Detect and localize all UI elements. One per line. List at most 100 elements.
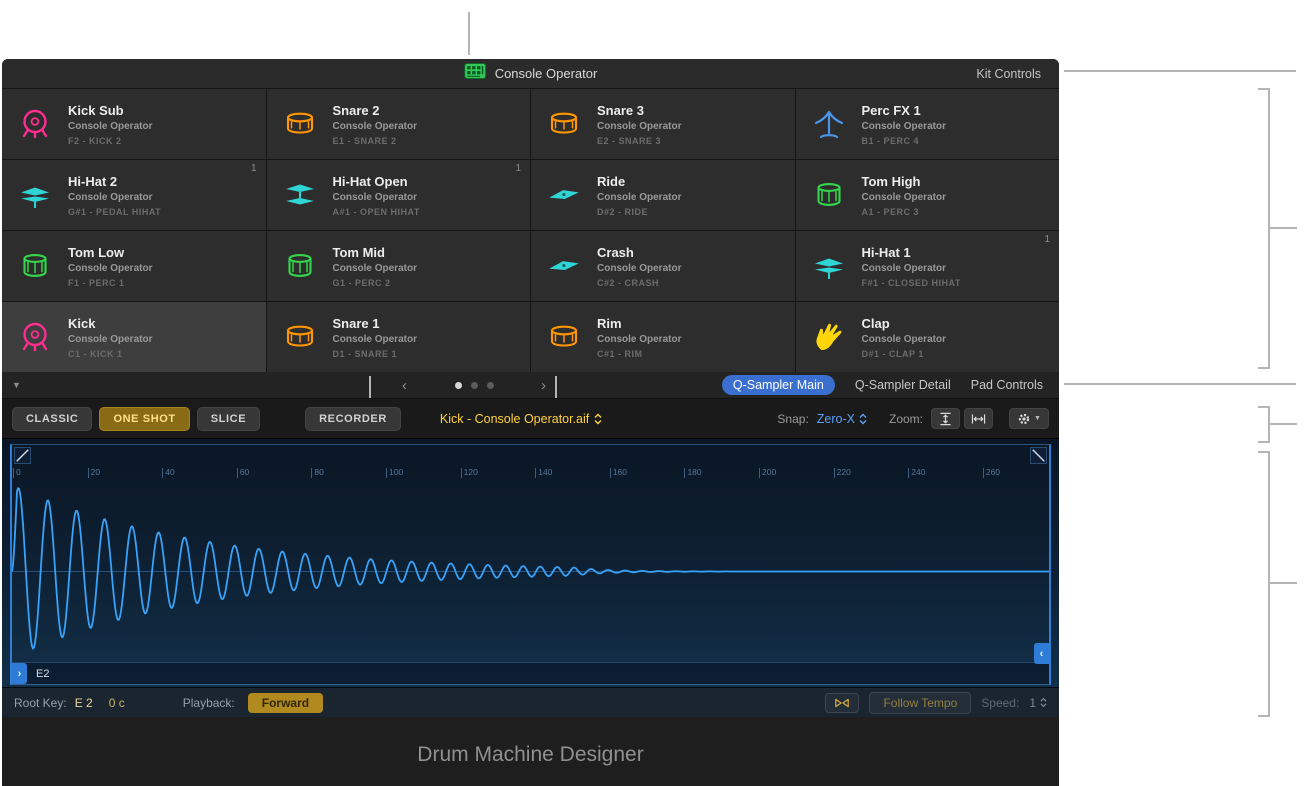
pad-key-label: A#1 - OPEN HIHAT <box>333 207 420 217</box>
pad-key-label: C1 - KICK 1 <box>68 349 152 359</box>
drum-pad[interactable]: Tom High Console Operator A1 - PERC 3 <box>796 160 1060 230</box>
pad-subtitle: Console Operator <box>333 263 417 274</box>
drum-pad[interactable]: Kick Console Operator C1 - KICK 1 <box>2 302 266 372</box>
snare-drum-icon <box>546 106 582 142</box>
drum-pad[interactable]: Crash Console Operator C#2 - CRASH <box>531 231 795 301</box>
sample-file-popup[interactable]: Kick - Console Operator.aif <box>440 412 602 426</box>
drum-pad[interactable]: Rim Console Operator C#1 - RIM <box>531 302 795 372</box>
page-dots <box>455 382 494 389</box>
fade-out-handle[interactable] <box>1030 447 1047 464</box>
tune-cents-value[interactable]: 0 c <box>109 696 125 710</box>
pad-name: Hi-Hat Open <box>333 174 420 189</box>
popup-chevrons-icon <box>594 413 602 425</box>
page-dot[interactable] <box>487 382 494 389</box>
speed-value-popup[interactable]: 1 <box>1029 696 1047 710</box>
pad-name: Ride <box>597 174 681 189</box>
pad-key-label: B1 - PERC 4 <box>862 136 946 146</box>
pad-subtitle: Console Operator <box>597 121 681 132</box>
pad-subtitle: Console Operator <box>333 334 417 345</box>
ruler-tick-label: 260 <box>986 467 1000 477</box>
callout-line <box>1258 367 1269 369</box>
drum-pad[interactable]: Hi-Hat 2 Console Operator G#1 - PEDAL HI… <box>2 160 266 230</box>
sample-start-marker[interactable]: › <box>12 663 27 684</box>
zoom-label: Zoom: <box>889 412 923 426</box>
pad-badge: 1 <box>251 163 257 174</box>
ruler-tick-label: 180 <box>687 467 701 477</box>
recorder-button[interactable]: RECORDER <box>305 407 401 431</box>
tab-q-sampler-detail[interactable]: Q-Sampler Detail <box>855 378 951 392</box>
pad-subbar: ▼ ‹ › Q-Sampler Main Q-Sampler Detail Pad … <box>2 372 1059 399</box>
pad-name: Snare 2 <box>333 103 417 118</box>
pad-subtitle: Console Operator <box>68 334 152 345</box>
drum-pad[interactable]: Tom Mid Console Operator G1 - PERC 2 <box>267 231 531 301</box>
drum-pad[interactable]: Snare 1 Console Operator D1 - SNARE 1 <box>267 302 531 372</box>
ruler-tick-label: 220 <box>837 467 851 477</box>
mode-button-slice[interactable]: SLICE <box>197 407 260 431</box>
waveform-ruler: 020406080100120140160180200220240260 <box>12 467 1049 480</box>
pad-subtitle: Console Operator <box>862 192 946 203</box>
ruler-tick-label: 0 <box>16 467 21 477</box>
drum-pad[interactable]: Tom Low Console Operator F1 - PERC 1 <box>2 231 266 301</box>
tab-pad-controls[interactable]: Pad Controls <box>971 378 1043 392</box>
pad-badge: 1 <box>515 163 521 174</box>
loop-bowtie-icon <box>834 698 850 708</box>
popup-chevrons-icon <box>1040 697 1047 708</box>
cymbal-icon <box>546 248 582 284</box>
page-next-button[interactable]: › <box>537 378 550 393</box>
action-menu-button[interactable]: ▼ <box>1009 408 1049 429</box>
tab-q-sampler-main[interactable]: Q-Sampler Main <box>722 375 835 395</box>
fade-out-icon <box>1031 448 1046 463</box>
horizontal-zoom-button[interactable] <box>964 408 993 429</box>
loop-button[interactable] <box>825 693 859 713</box>
drum-pad[interactable]: Snare 2 Console Operator E1 - SNARE 2 <box>267 89 531 159</box>
drum-pad[interactable]: Kick Sub Console Operator F2 - KICK 2 <box>2 89 266 159</box>
callout-line <box>1268 582 1297 584</box>
ruler-tick-label: 100 <box>389 467 403 477</box>
drum-pad[interactable]: Ride Console Operator D#2 - RIDE <box>531 160 795 230</box>
pad-name: Hi-Hat 1 <box>862 245 961 260</box>
vertical-zoom-button[interactable] <box>931 408 960 429</box>
callout-line <box>468 12 470 55</box>
callout-line <box>1064 383 1296 385</box>
page-dot[interactable] <box>471 382 478 389</box>
fade-in-handle[interactable] <box>14 447 31 464</box>
kit-controls-button[interactable]: Kit Controls <box>976 67 1041 81</box>
root-key-value[interactable]: E 2 <box>75 696 93 710</box>
popup-chevrons-icon <box>859 413 867 425</box>
pad-subtitle: Console Operator <box>597 192 681 203</box>
drum-pad[interactable]: Clap Console Operator D#1 - CLAP 1 <box>796 302 1060 372</box>
playback-mode-button[interactable]: Forward <box>248 693 323 713</box>
page-prev-button[interactable]: ‹ <box>398 378 411 393</box>
plugin-header: Console Operator Kit Controls <box>2 59 1059 89</box>
drum-pad[interactable]: Hi-Hat Open Console Operator A#1 - OPEN … <box>267 160 531 230</box>
pad-name: Snare 3 <box>597 103 681 118</box>
drum-machine-icon <box>464 63 486 84</box>
pad-subtitle: Console Operator <box>862 263 961 274</box>
mode-button-one-shot[interactable]: ONE SHOT <box>99 407 189 431</box>
page-dot[interactable] <box>455 382 462 389</box>
zone-key-label: E2 <box>36 668 49 680</box>
pad-grid: Kick Sub Console Operator F2 - KICK 2 Sn… <box>2 89 1059 372</box>
sample-end-marker[interactable]: ‹ <box>1034 643 1049 664</box>
kit-title: Console Operator <box>495 66 598 81</box>
pad-key-label: D1 - SNARE 1 <box>333 349 417 359</box>
snap-popup[interactable]: Zero-X <box>817 412 867 426</box>
waveform-plot[interactable] <box>12 482 1049 661</box>
root-key-label: Root Key: <box>14 696 67 710</box>
drum-pad[interactable]: Hi-Hat 1 Console Operator F#1 - CLOSED H… <box>796 231 1060 301</box>
drum-pad[interactable]: Perc FX 1 Console Operator B1 - PERC 4 <box>796 89 1060 159</box>
pad-key-label: F2 - KICK 2 <box>68 136 152 146</box>
perc-fx-icon <box>811 106 847 142</box>
disclosure-triangle-icon[interactable]: ▼ <box>12 380 21 390</box>
mode-button-classic[interactable]: CLASSIC <box>12 407 92 431</box>
follow-tempo-button[interactable]: Follow Tempo <box>869 692 971 714</box>
callout-line <box>1268 451 1270 717</box>
ruler-tick-label: 200 <box>762 467 776 477</box>
tom-drum-icon <box>282 248 318 284</box>
page-selector: ‹ › <box>398 378 550 393</box>
callout-line <box>1258 451 1269 453</box>
pad-subtitle: Console Operator <box>68 263 152 274</box>
drum-pad[interactable]: Snare 3 Console Operator E2 - SNARE 3 <box>531 89 795 159</box>
ruler-tick-label: 140 <box>538 467 552 477</box>
pad-subtitle: Console Operator <box>333 192 420 203</box>
